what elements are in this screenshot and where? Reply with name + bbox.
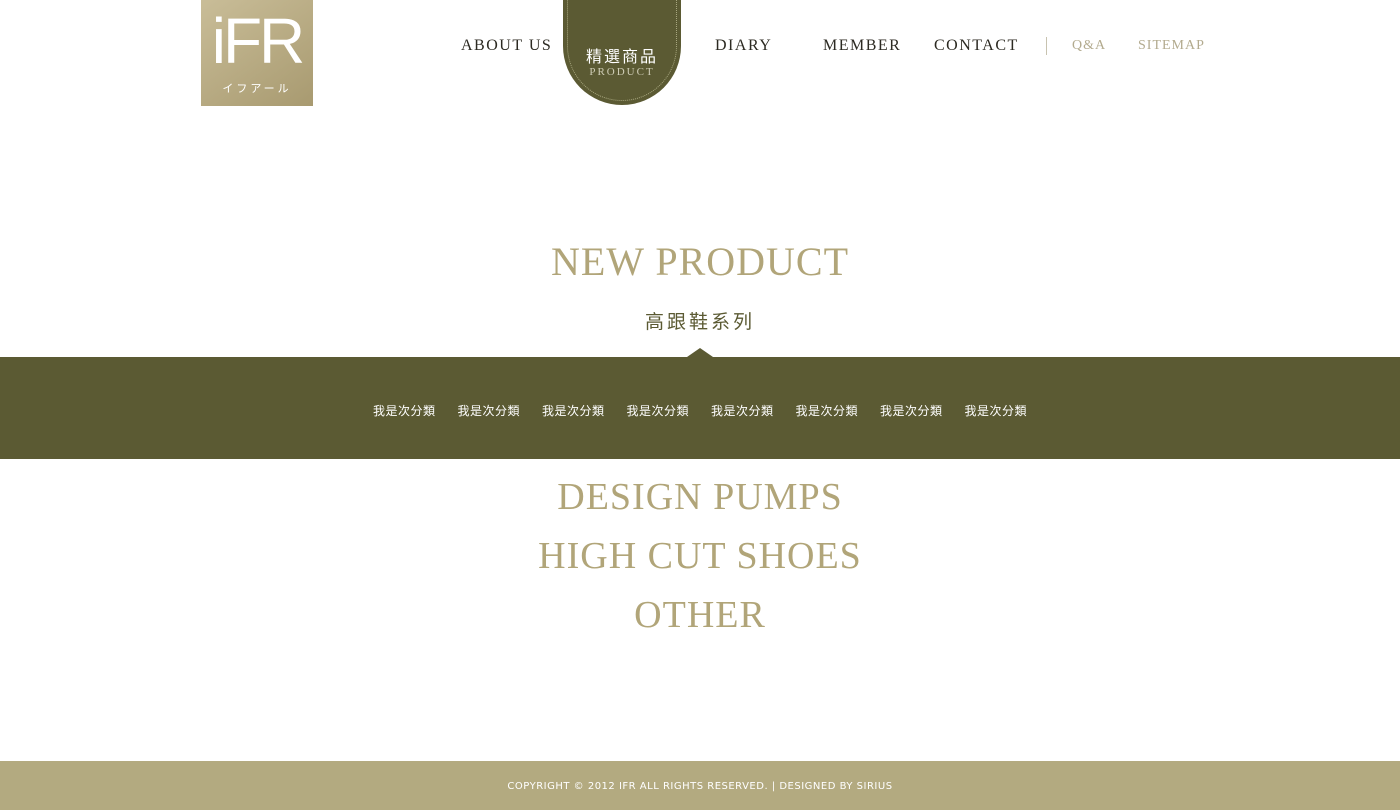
product-line-other[interactable]: OTHER bbox=[0, 593, 1400, 637]
subcategory-link[interactable]: 我是次分類 bbox=[542, 402, 605, 418]
page-subtitle: 高跟鞋系列 bbox=[644, 311, 755, 333]
subcategory-link[interactable]: 我是次分類 bbox=[457, 402, 520, 418]
nav-product-active[interactable]: 精選商品 PRODUCT bbox=[563, 0, 681, 105]
nav-sitemap[interactable]: SITEMAP bbox=[1138, 36, 1205, 56]
logo[interactable]: iFR イフアール bbox=[201, 0, 313, 106]
band-pointer-icon bbox=[687, 348, 713, 357]
subcategory-link[interactable]: 我是次分類 bbox=[880, 402, 943, 418]
subcategory-link[interactable]: 我是次分類 bbox=[965, 402, 1028, 418]
product-line-design-pumps[interactable]: DESIGN PUMPS bbox=[0, 475, 1400, 519]
subcategory-list: 我是次分類 我是次分類 我是次分類 我是次分類 我是次分類 我是次分類 我是次分… bbox=[0, 402, 1400, 418]
copyright-text: COPYRIGHT © 2012 IFR ALL RIGHTS RESERVED… bbox=[507, 781, 893, 792]
nav-product-label-en: PRODUCT bbox=[589, 66, 655, 78]
nav-product-label-zh: 精選商品 bbox=[585, 47, 658, 66]
nav-member[interactable]: MEMBER bbox=[823, 36, 901, 56]
page-title: NEW PRODUCT bbox=[550, 239, 850, 284]
logo-subtitle: イフアール bbox=[222, 82, 292, 95]
subcategory-link[interactable]: 我是次分類 bbox=[373, 402, 436, 418]
subcategory-link[interactable]: 我是次分類 bbox=[796, 402, 859, 418]
nav-contact[interactable]: CONTACT bbox=[934, 36, 1019, 56]
product-line-high-cut-shoes[interactable]: HIGH CUT SHOES bbox=[0, 534, 1400, 578]
subcategory-link[interactable]: 我是次分類 bbox=[711, 402, 774, 418]
nav-qa[interactable]: Q&A bbox=[1072, 36, 1106, 56]
nav-diary[interactable]: DIARY bbox=[715, 36, 772, 56]
subcategory-bar: 我是次分類 我是次分類 我是次分類 我是次分類 我是次分類 我是次分類 我是次分… bbox=[0, 348, 1400, 459]
subcategory-link[interactable]: 我是次分類 bbox=[626, 402, 689, 418]
logo-mark: iFR bbox=[211, 5, 306, 77]
nav-divider bbox=[1046, 37, 1047, 55]
nav-about-us[interactable]: ABOUT US bbox=[461, 36, 552, 56]
footer: COPYRIGHT © 2012 IFR ALL RIGHTS RESERVED… bbox=[0, 761, 1400, 810]
